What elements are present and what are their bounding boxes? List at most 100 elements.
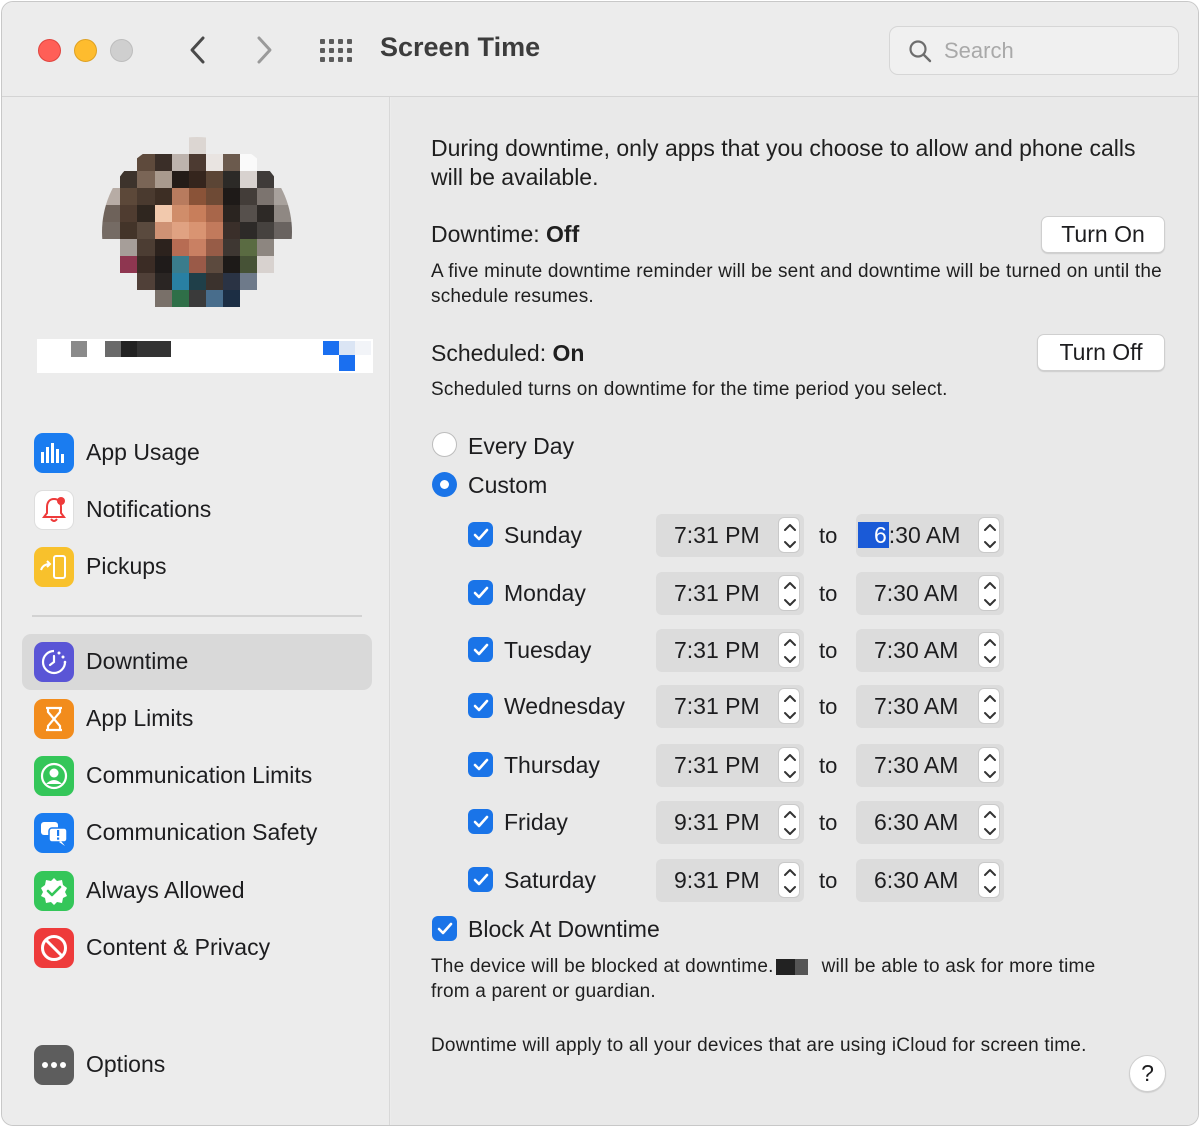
start-time-field[interactable]: 7:31 PM <box>656 744 804 787</box>
sidebar-item-label: Notifications <box>86 496 212 522</box>
sidebar-item-options[interactable]: Options <box>22 1037 372 1093</box>
end-time-value[interactable]: 7:30 AM <box>874 580 958 607</box>
turn-off-button[interactable]: Turn Off <box>1037 334 1165 371</box>
end-time-stepper[interactable] <box>978 517 1000 553</box>
end-time-field[interactable]: 7:30 AM <box>856 572 1004 615</box>
end-time-stepper[interactable] <box>978 688 1000 724</box>
to-label: to <box>819 868 838 893</box>
start-time-stepper[interactable] <box>778 575 800 611</box>
sidebar-item-app-limits[interactable]: App Limits <box>22 691 372 747</box>
start-time-value[interactable]: 7:31 PM <box>674 580 760 607</box>
end-time-value[interactable]: 6:30 AM <box>858 522 960 549</box>
start-time-stepper[interactable] <box>778 688 800 724</box>
minimize-button[interactable] <box>74 39 97 62</box>
start-time-value[interactable]: 7:31 PM <box>674 693 760 720</box>
end-time-stepper[interactable] <box>978 804 1000 840</box>
start-time-stepper[interactable] <box>778 517 800 553</box>
checkmark-badge-icon <box>34 871 74 911</box>
block-at-downtime-checkbox[interactable] <box>432 916 457 941</box>
sidebar-item-label: Options <box>86 1051 166 1077</box>
custom-radio[interactable] <box>432 472 457 497</box>
start-time-stepper[interactable] <box>778 804 800 840</box>
custom-label: Custom <box>468 472 548 498</box>
start-time-value[interactable]: 7:31 PM <box>674 637 760 664</box>
start-time-value[interactable]: 7:31 PM <box>674 522 760 549</box>
selected-hour-segment[interactable]: 6 <box>858 522 889 548</box>
start-time-stepper[interactable] <box>778 747 800 783</box>
checkmark-icon <box>473 528 488 540</box>
to-label: to <box>819 523 838 548</box>
end-time-stepper[interactable] <box>978 575 1000 611</box>
sidebar-item-communication-safety[interactable]: Communication Safety <box>22 805 372 861</box>
search-field[interactable] <box>889 26 1179 75</box>
start-time-value[interactable]: 7:31 PM <box>674 752 760 779</box>
end-time-value[interactable]: 7:30 AM <box>874 752 958 779</box>
window-title: Screen Time <box>380 32 541 62</box>
end-time-field[interactable]: 6:30 AM <box>856 859 1004 902</box>
search-input[interactable] <box>944 35 1164 67</box>
sidebar-item-app-usage[interactable]: App Usage <box>22 425 372 481</box>
redacted-name <box>775 958 808 975</box>
day-checkbox[interactable] <box>468 693 493 718</box>
start-time-field[interactable]: 7:31 PM <box>656 572 804 615</box>
day-checkbox[interactable] <box>468 752 493 777</box>
to-label: to <box>819 694 838 719</box>
downtime-description: A five minute downtime reminder will be … <box>431 261 1162 307</box>
day-checkbox[interactable] <box>468 867 493 892</box>
day-checkbox[interactable] <box>468 580 493 605</box>
end-time-field[interactable]: 6:30 AM <box>856 801 1004 844</box>
end-time-stepper[interactable] <box>978 862 1000 898</box>
end-time-field[interactable]: 6:30 AM <box>856 514 1004 557</box>
end-time-field[interactable]: 7:30 AM <box>856 629 1004 672</box>
sidebar-item-label: Communication Safety <box>86 819 318 845</box>
day-label: Friday <box>504 809 568 835</box>
bell-icon <box>34 490 74 530</box>
turn-on-button[interactable]: Turn On <box>1041 216 1165 253</box>
more-options-icon <box>34 1045 74 1085</box>
start-time-field[interactable]: 9:31 PM <box>656 801 804 844</box>
search-icon <box>909 40 932 63</box>
back-button[interactable] <box>178 30 218 70</box>
to-label: to <box>819 753 838 778</box>
chevron-left-icon <box>190 36 205 64</box>
sidebar-item-communication-limits[interactable]: Communication Limits <box>22 748 372 804</box>
downtime-pane: During downtime, only apps that you choo… <box>391 97 1198 1125</box>
day-checkbox[interactable] <box>468 522 493 547</box>
close-button[interactable] <box>38 39 61 62</box>
forward-button[interactable] <box>244 30 284 70</box>
start-time-stepper[interactable] <box>778 862 800 898</box>
sidebar-item-label: Always Allowed <box>86 877 245 903</box>
sidebar-item-label: App Usage <box>86 439 200 465</box>
checkmark-icon <box>473 873 488 885</box>
sidebar-item-content-privacy[interactable]: Content & Privacy <box>22 920 372 976</box>
show-all-grid-icon[interactable] <box>316 35 352 67</box>
start-time-field[interactable]: 7:31 PM <box>656 629 804 672</box>
sidebar-item-downtime[interactable]: Downtime <box>22 634 372 690</box>
end-time-value[interactable]: 7:30 AM <box>874 637 958 664</box>
start-time-value[interactable]: 9:31 PM <box>674 867 760 894</box>
sidebar-item-pickups[interactable]: Pickups <box>22 539 372 595</box>
start-time-field[interactable]: 7:31 PM <box>656 685 804 728</box>
end-time-stepper[interactable] <box>978 747 1000 783</box>
end-time-value[interactable]: 6:30 AM <box>874 809 958 836</box>
every-day-radio[interactable] <box>432 432 457 457</box>
sidebar-item-notifications[interactable]: Notifications <box>22 482 372 538</box>
start-time-field[interactable]: 7:31 PM <box>656 514 804 557</box>
end-time-field[interactable]: 7:30 AM <box>856 744 1004 787</box>
day-checkbox[interactable] <box>468 809 493 834</box>
zoom-button[interactable] <box>110 39 133 62</box>
sidebar-item-always-allowed[interactable]: Always Allowed <box>22 863 372 919</box>
scheduled-description: Scheduled turns on downtime for the time… <box>431 379 948 400</box>
end-time-field[interactable]: 7:30 AM <box>856 685 1004 728</box>
end-time-stepper[interactable] <box>978 632 1000 668</box>
day-checkbox[interactable] <box>468 637 493 662</box>
start-time-field[interactable]: 9:31 PM <box>656 859 804 902</box>
title-bar: Screen Time <box>2 2 1198 97</box>
end-time-value[interactable]: 7:30 AM <box>874 693 958 720</box>
help-button[interactable]: ? <box>1129 1055 1166 1092</box>
downtime-label: Downtime: <box>431 221 540 247</box>
no-entry-icon <box>34 928 74 968</box>
start-time-value[interactable]: 9:31 PM <box>674 809 760 836</box>
start-time-stepper[interactable] <box>778 632 800 668</box>
end-time-value[interactable]: 6:30 AM <box>874 867 958 894</box>
